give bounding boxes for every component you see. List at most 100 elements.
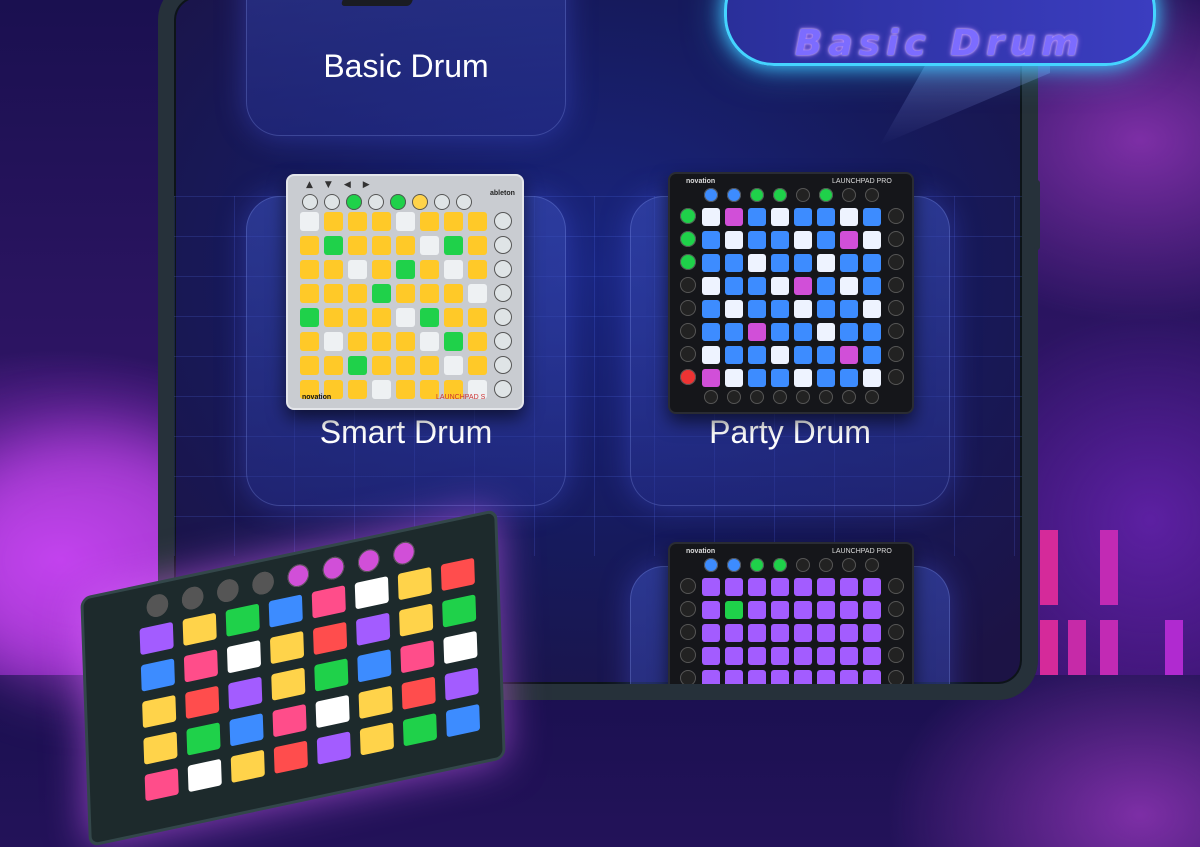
drum-pad[interactable]: [748, 323, 766, 341]
round-button[interactable]: [680, 277, 696, 293]
drum-pad[interactable]: [315, 694, 350, 729]
drum-pad[interactable]: [794, 208, 812, 226]
drum-pad[interactable]: [355, 612, 391, 647]
round-button[interactable]: [796, 558, 810, 572]
round-button[interactable]: [773, 188, 787, 202]
drum-pad[interactable]: [140, 658, 175, 692]
drum-pad[interactable]: [420, 356, 439, 375]
drum-pad[interactable]: [468, 260, 487, 279]
drum-pad[interactable]: [840, 231, 858, 249]
drum-pad[interactable]: [748, 231, 766, 249]
drum-pad[interactable]: [840, 647, 858, 665]
drum-pad[interactable]: [185, 685, 220, 720]
drum-pad[interactable]: [230, 749, 265, 784]
drum-pad[interactable]: [794, 601, 812, 619]
drum-pad[interactable]: [863, 369, 881, 387]
drum-pad[interactable]: [702, 670, 720, 684]
round-button[interactable]: [865, 390, 879, 404]
drum-pad[interactable]: [702, 346, 720, 364]
drum-pad[interactable]: [748, 670, 766, 684]
drum-pad[interactable]: [372, 332, 391, 351]
drum-pad[interactable]: [226, 640, 262, 674]
card-basic-drum[interactable]: Basic Drum: [246, 0, 566, 136]
drum-pad[interactable]: [372, 380, 391, 399]
drum-pad[interactable]: [372, 284, 391, 303]
drum-pad[interactable]: [396, 308, 415, 327]
round-button[interactable]: [888, 693, 904, 700]
drum-pad[interactable]: [725, 601, 743, 619]
round-button[interactable]: [680, 624, 696, 640]
drum-pad[interactable]: [794, 231, 812, 249]
drum-pad[interactable]: [840, 578, 858, 596]
drum-pad[interactable]: [186, 722, 221, 756]
drum-pad[interactable]: [420, 284, 439, 303]
round-button[interactable]: [888, 323, 904, 339]
round-button[interactable]: [842, 558, 856, 572]
drum-pad[interactable]: [300, 332, 319, 351]
round-button[interactable]: [680, 208, 696, 224]
drum-pad[interactable]: [468, 212, 487, 231]
drum-pad[interactable]: [468, 356, 487, 375]
drum-pad[interactable]: [312, 621, 348, 656]
drum-pad[interactable]: [725, 369, 743, 387]
drum-pad[interactable]: [444, 667, 479, 701]
drum-pad[interactable]: [348, 260, 367, 279]
drum-pad[interactable]: [840, 693, 858, 700]
drum-pad[interactable]: [817, 693, 835, 700]
round-button[interactable]: [819, 188, 833, 202]
drum-pad[interactable]: [794, 300, 812, 318]
drum-pad[interactable]: [794, 624, 812, 642]
drum-pad[interactable]: [396, 236, 415, 255]
drum-pad[interactable]: [771, 208, 789, 226]
drum-pad[interactable]: [794, 254, 812, 272]
drum-pad[interactable]: [702, 647, 720, 665]
round-button[interactable]: [680, 693, 696, 700]
drum-pad[interactable]: [440, 557, 475, 592]
round-button[interactable]: [412, 194, 428, 210]
drum-pad[interactable]: [443, 630, 478, 665]
drum-pad[interactable]: [397, 566, 432, 601]
drum-pad[interactable]: [396, 332, 415, 351]
drum-pad[interactable]: [840, 323, 858, 341]
drum-pad[interactable]: [771, 693, 789, 700]
drum-pad[interactable]: [269, 630, 305, 665]
drum-pad[interactable]: [372, 212, 391, 231]
drum-pad[interactable]: [725, 277, 743, 295]
drum-pad[interactable]: [817, 277, 835, 295]
drum-pad[interactable]: [372, 308, 391, 327]
round-button[interactable]: [357, 547, 380, 575]
drum-pad[interactable]: [399, 603, 434, 637]
drum-pad[interactable]: [396, 260, 415, 279]
drum-pad[interactable]: [817, 300, 835, 318]
round-button[interactable]: [888, 369, 904, 385]
drum-pad[interactable]: [771, 670, 789, 684]
drum-pad[interactable]: [702, 369, 720, 387]
round-button[interactable]: [888, 346, 904, 362]
drum-pad[interactable]: [142, 694, 177, 729]
drum-pad[interactable]: [794, 670, 812, 684]
round-button[interactable]: [680, 578, 696, 594]
round-button[interactable]: [727, 558, 741, 572]
round-button[interactable]: [773, 390, 787, 404]
drum-pad[interactable]: [445, 703, 481, 738]
drum-pad[interactable]: [863, 670, 881, 684]
drum-pad[interactable]: [748, 647, 766, 665]
drum-pad[interactable]: [300, 260, 319, 279]
round-button[interactable]: [888, 300, 904, 316]
drum-pad[interactable]: [702, 578, 720, 596]
drum-pad[interactable]: [444, 308, 463, 327]
drum-pad[interactable]: [840, 208, 858, 226]
round-button[interactable]: [865, 188, 879, 202]
drum-pad[interactable]: [771, 624, 789, 642]
drum-pad[interactable]: [324, 212, 343, 231]
drum-pad[interactable]: [702, 624, 720, 642]
drum-pad[interactable]: [771, 601, 789, 619]
round-button[interactable]: [888, 277, 904, 293]
drum-pad[interactable]: [444, 236, 463, 255]
round-button[interactable]: [773, 558, 787, 572]
drum-pad[interactable]: [817, 208, 835, 226]
drum-pad[interactable]: [748, 254, 766, 272]
drum-pad[interactable]: [771, 277, 789, 295]
drum-pad[interactable]: [840, 601, 858, 619]
drum-pad[interactable]: [702, 601, 720, 619]
